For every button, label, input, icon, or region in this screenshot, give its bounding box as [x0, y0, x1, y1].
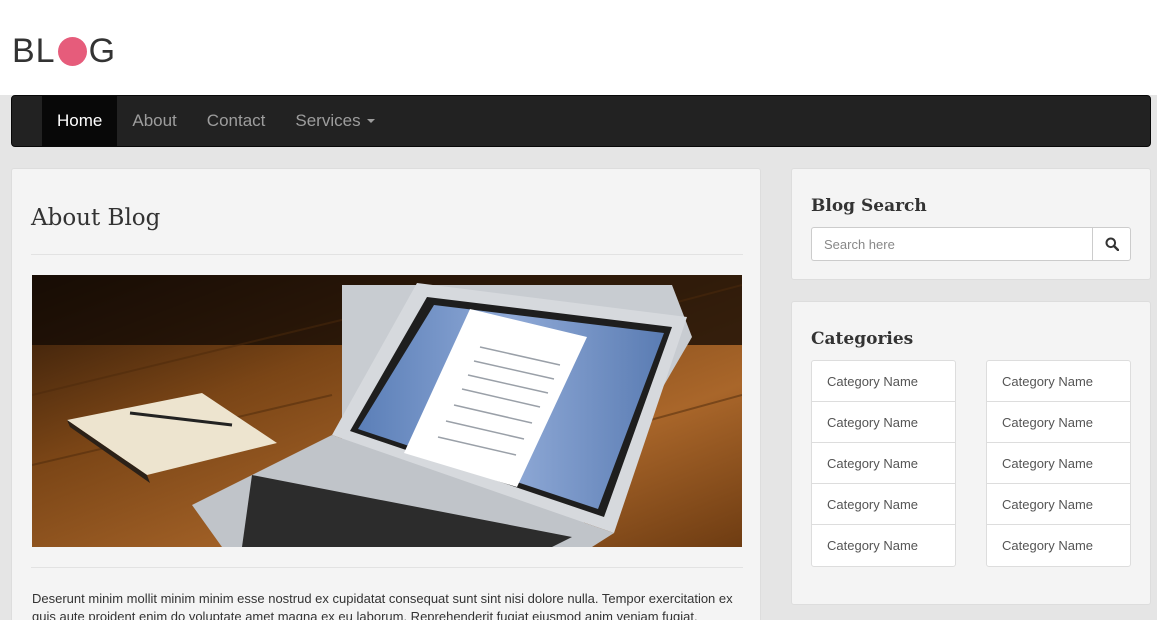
- search-input[interactable]: [811, 227, 1092, 261]
- site-logo[interactable]: BL G: [12, 31, 116, 71]
- blog-hero-image: [32, 275, 742, 547]
- about-blog-panel: About Blog Deserunt minim mollit minim m…: [11, 168, 761, 620]
- search-group: [811, 227, 1131, 261]
- category-item[interactable]: Category Name: [812, 402, 955, 443]
- category-item[interactable]: Category Name: [987, 484, 1130, 525]
- nav-item-home[interactable]: Home: [42, 96, 118, 146]
- nav-item-services[interactable]: Services: [280, 96, 389, 146]
- blog-search-panel: Blog Search: [791, 168, 1151, 280]
- category-list-right: Category Name Category Name Category Nam…: [986, 360, 1131, 567]
- category-item[interactable]: Category Name: [812, 361, 955, 402]
- title-divider: [31, 254, 743, 255]
- site-header: BL G: [0, 0, 1157, 95]
- category-item[interactable]: Category Name: [987, 443, 1130, 484]
- category-list-left: Category Name Category Name Category Nam…: [811, 360, 956, 567]
- page-title: About Blog: [31, 205, 161, 231]
- search-icon: [1105, 237, 1119, 251]
- logo-text-prefix: BL: [12, 32, 56, 70]
- nav-item-about[interactable]: About: [117, 96, 191, 146]
- main-navbar: Home About Contact Services: [11, 95, 1151, 147]
- image-divider: [31, 567, 743, 568]
- category-item[interactable]: Category Name: [987, 361, 1130, 402]
- blog-search-title: Blog Search: [811, 196, 927, 216]
- categories-panel: Categories Category Name Category Name C…: [791, 301, 1151, 605]
- laptop-on-desk-image: [32, 275, 742, 547]
- logo-dot-icon: [57, 36, 87, 66]
- category-item[interactable]: Category Name: [987, 525, 1130, 566]
- category-item[interactable]: Category Name: [987, 402, 1130, 443]
- categories-title: Categories: [811, 329, 914, 349]
- blog-body-text: Deserunt minim mollit minim minim esse n…: [32, 591, 733, 620]
- search-button[interactable]: [1092, 227, 1131, 261]
- nav-menu: Home About Contact Services: [42, 96, 390, 146]
- nav-item-services-label: Services: [295, 111, 361, 130]
- category-item[interactable]: Category Name: [812, 525, 955, 566]
- category-item[interactable]: Category Name: [812, 484, 955, 525]
- logo-text-suffix: G: [88, 32, 117, 70]
- caret-down-icon: [366, 119, 375, 123]
- category-item[interactable]: Category Name: [812, 443, 955, 484]
- nav-item-contact[interactable]: Contact: [192, 96, 281, 146]
